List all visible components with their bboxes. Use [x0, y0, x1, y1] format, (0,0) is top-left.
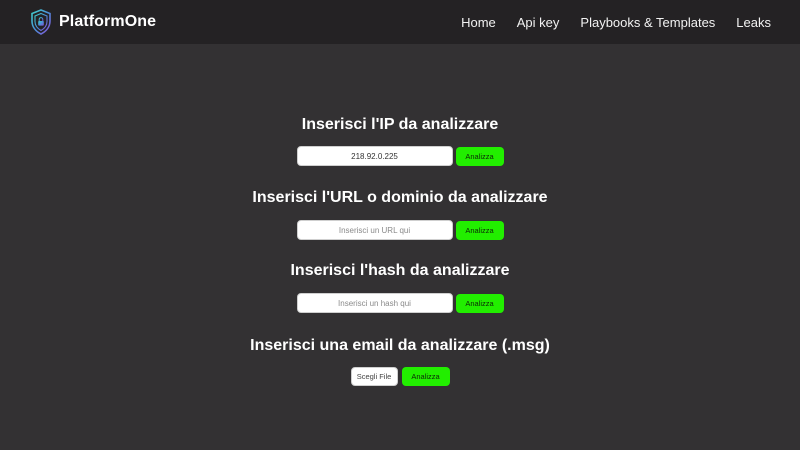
shield-lock-icon — [31, 9, 51, 35]
hash-input[interactable] — [296, 293, 453, 313]
ip-section: Inserisci l'IP da analizzare — [0, 115, 800, 135]
ip-form: Analizza — [0, 146, 800, 166]
top-navbar: PlatformOne Home Api key Playbooks & Tem… — [0, 0, 800, 44]
url-section: Inserisci l'URL o dominio da analizzare — [0, 188, 800, 208]
brand-name: PlatformOne — [59, 13, 157, 30]
nav-item-home[interactable]: Home — [461, 15, 496, 30]
nav-links: Home Api key Playbooks & Templates Leaks — [461, 0, 771, 44]
hash-section: Inserisci l'hash da analizzare — [0, 261, 800, 281]
url-input[interactable] — [296, 220, 453, 240]
choose-file-button[interactable]: Scegli File — [350, 367, 398, 386]
email-section: Inserisci una email da analizzare (.msg) — [0, 336, 800, 356]
email-analyze-button[interactable]: Analizza — [401, 367, 450, 386]
url-section-title: Inserisci l'URL o dominio da analizzare — [252, 189, 548, 206]
email-section-title: Inserisci una email da analizzare (.msg) — [250, 337, 550, 354]
nav-item-leaks[interactable]: Leaks — [736, 15, 771, 30]
brand-home-link[interactable]: PlatformOne — [30, 9, 156, 35]
hash-analyze-button[interactable]: Analizza — [455, 293, 504, 313]
email-form: Scegli File Analizza — [0, 367, 800, 386]
hash-section-title: Inserisci l'hash da analizzare — [290, 262, 510, 279]
hash-form: Analizza — [0, 293, 800, 313]
ip-input[interactable] — [296, 146, 453, 166]
ip-analyze-button[interactable]: Analizza — [455, 146, 504, 166]
ip-section-title: Inserisci l'IP da analizzare — [301, 116, 499, 133]
url-form: Analizza — [0, 220, 800, 240]
url-analyze-button[interactable]: Analizza — [455, 220, 504, 240]
nav-item-api-key[interactable]: Api key — [517, 15, 560, 30]
nav-item-playbooks-templates[interactable]: Playbooks & Templates — [580, 15, 715, 30]
